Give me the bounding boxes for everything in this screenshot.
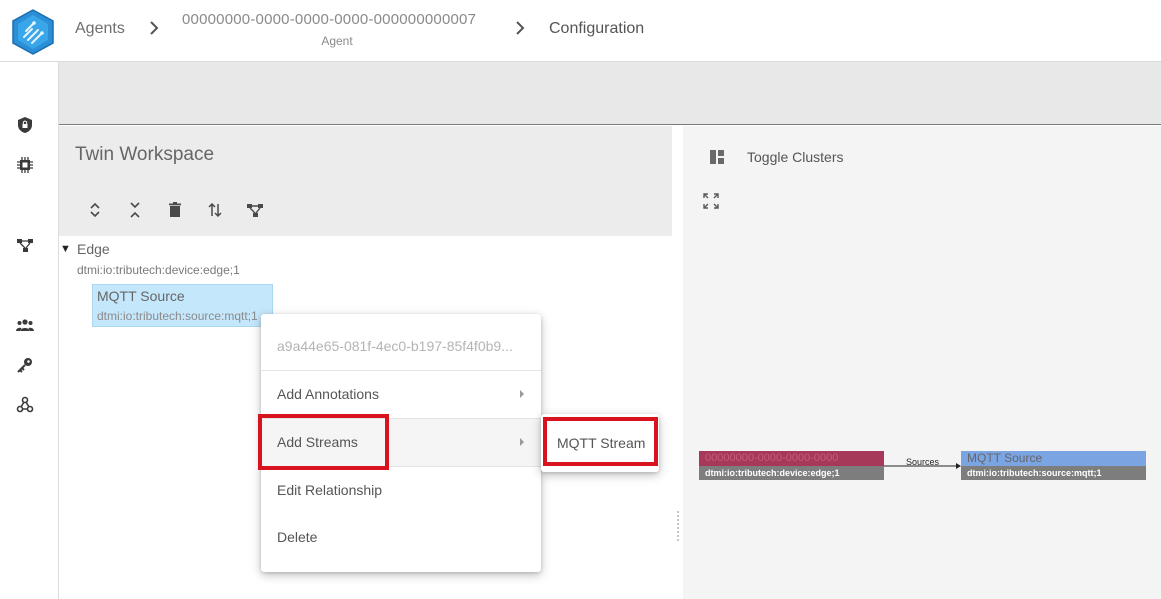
side-navigation (0, 62, 59, 599)
menu-item-add-streams[interactable]: Add Streams (261, 418, 541, 466)
chevron-right-icon (150, 21, 159, 35)
toolbar-band (59, 62, 1161, 125)
context-menu: a9a44e65-081f-4ec0-b197-85f4f0b9... Add … (261, 314, 541, 572)
menu-item-label: Delete (277, 529, 318, 545)
chevron-right-icon (516, 21, 525, 35)
streams-submenu: MQTT Stream (541, 414, 659, 472)
graph-node-edge-model: dtmi:io:tributech:device:edge;1 (699, 466, 884, 480)
menu-item-label: Add Annotations (277, 386, 379, 402)
breadcrumb-agent-id[interactable]: 00000000-0000-0000-0000-000000000007 (182, 11, 476, 28)
collapse-all-icon[interactable] (125, 200, 145, 220)
graph-nodes-icon[interactable] (16, 236, 34, 254)
breadcrumb-configuration: Configuration (549, 20, 645, 37)
collapse-triangle-icon[interactable]: ▼ (60, 243, 71, 255)
toggle-clusters-button[interactable]: Toggle Clusters (747, 149, 844, 165)
app-header: Agents 00000000-0000-0000-0000-000000000… (0, 0, 1161, 62)
tree-node-mqtt-source-model: dtmi:io:tributech:source:mqtt;1 (97, 309, 258, 323)
tree-node-mqtt-source[interactable]: MQTT Source dtmi:io:tributech:source:mqt… (92, 284, 273, 327)
graph-node-source-model: dtmi:io:tributech:source:mqtt;1 (961, 466, 1146, 480)
graph-panel: Toggle Clusters 00000000-0000-0000-0000 … (683, 126, 1161, 599)
delete-icon[interactable] (165, 200, 185, 220)
submenu-item-mqtt-stream[interactable]: MQTT Stream (557, 435, 645, 451)
page-title: Twin Workspace (75, 144, 215, 165)
submenu-arrow-icon (520, 438, 524, 446)
hierarchy-icon[interactable] (245, 200, 265, 220)
graph-edge-label: Sources (906, 457, 940, 467)
splitter-grip[interactable] (676, 510, 680, 542)
context-menu-twin-id: a9a44e65-081f-4ec0-b197-85f4f0b9... (277, 338, 513, 354)
graph-node-edge-title[interactable]: 00000000-0000-0000-0000 (699, 451, 884, 466)
menu-item-add-annotations[interactable]: Add Annotations (261, 370, 541, 418)
tree-node-edge-model: dtmi:io:tributech:device:edge;1 (77, 263, 240, 277)
fullscreen-icon[interactable] (702, 192, 720, 210)
sort-icon[interactable] (205, 200, 225, 220)
submenu-arrow-icon (520, 390, 524, 398)
app-logo-icon[interactable] (12, 9, 54, 55)
chip-icon[interactable] (16, 156, 34, 174)
menu-item-label: Edit Relationship (277, 482, 383, 498)
expand-all-icon[interactable] (85, 200, 105, 220)
users-icon[interactable] (16, 316, 34, 334)
tree-node-edge-label[interactable]: Edge (77, 241, 110, 257)
tree-node-mqtt-source-label: MQTT Source (97, 288, 185, 304)
key-icon[interactable] (16, 356, 34, 374)
breadcrumb-agent-caption: Agent (321, 34, 353, 48)
graph-node-source-title[interactable]: MQTT Source (961, 451, 1146, 466)
menu-item-delete[interactable]: Delete (261, 514, 541, 562)
shield-lock-icon[interactable] (16, 116, 34, 134)
toggle-clusters-icon[interactable] (708, 148, 726, 166)
menu-item-label: Add Streams (277, 434, 358, 450)
webhook-icon[interactable] (16, 396, 34, 414)
breadcrumb-agents[interactable]: Agents (75, 20, 125, 38)
menu-item-edit-relationship[interactable]: Edit Relationship (261, 466, 541, 514)
